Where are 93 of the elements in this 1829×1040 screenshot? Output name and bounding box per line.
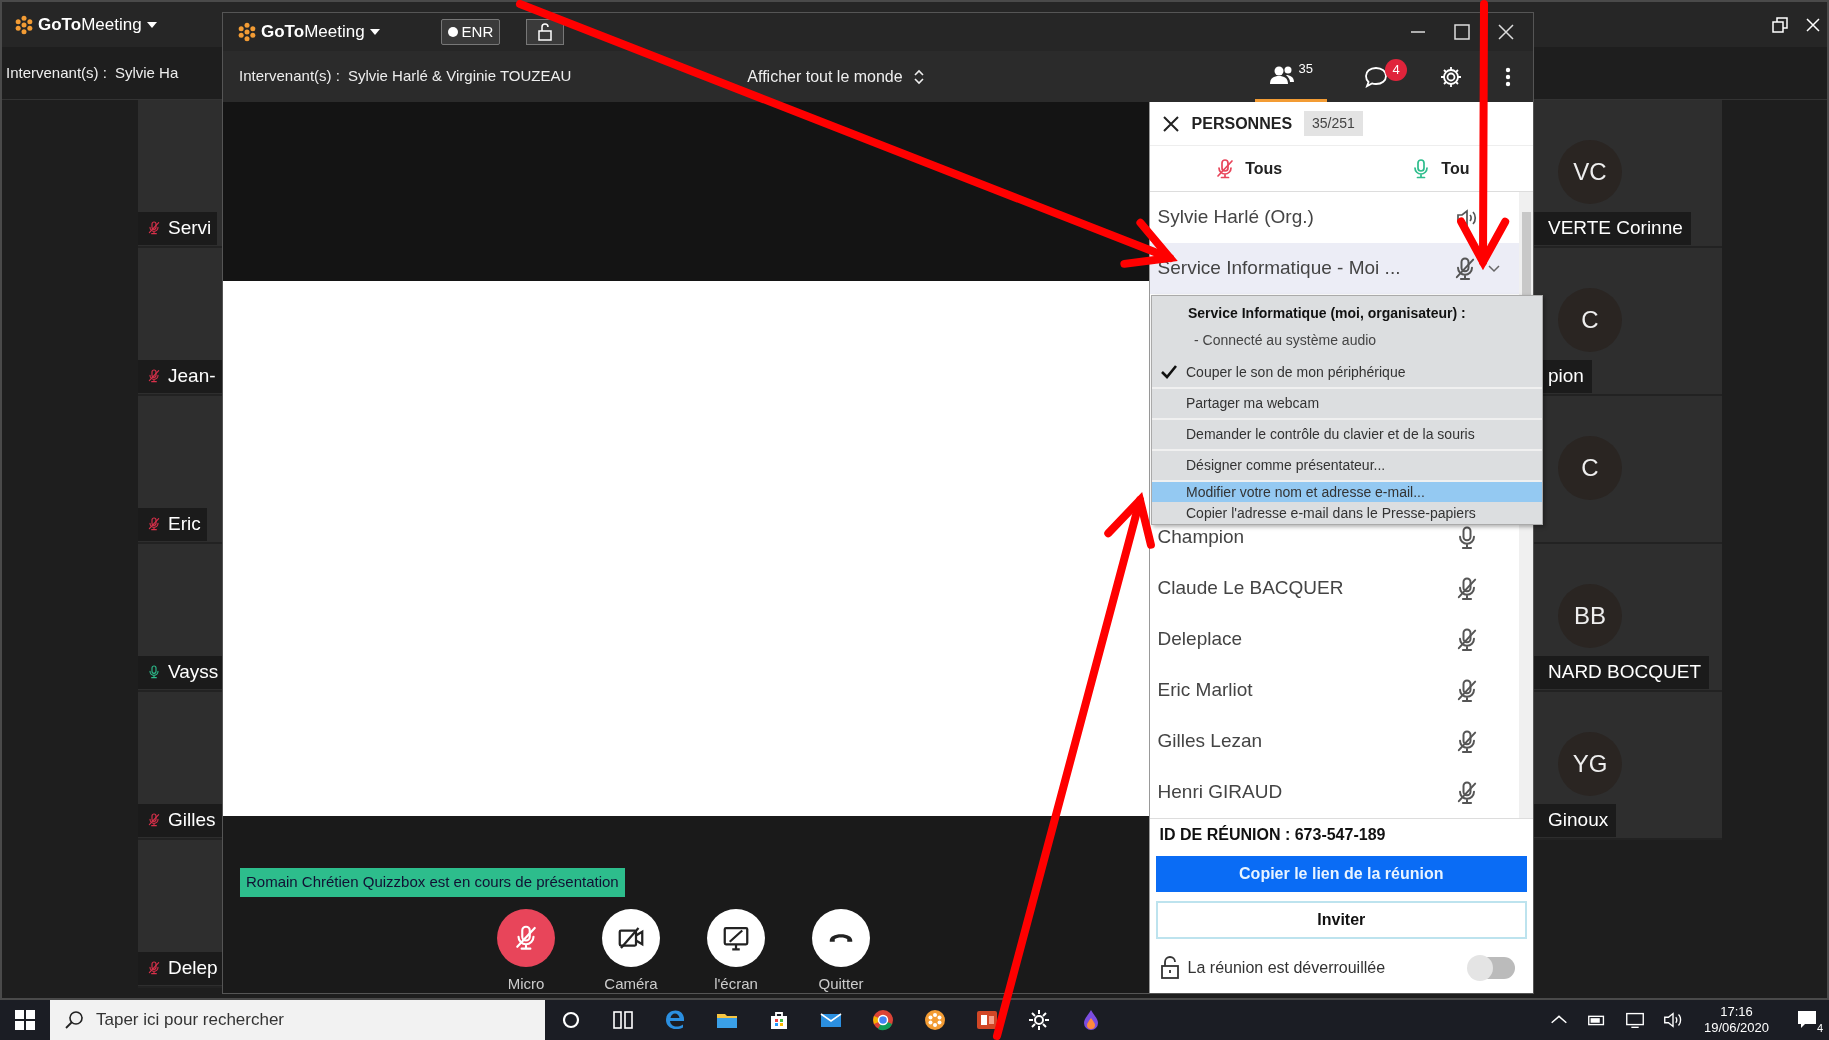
caret-icon[interactable] (368, 27, 381, 37)
search-field[interactable]: Taper ici pour rechercher (50, 1000, 545, 1040)
speakers-label: Intervenant(s) : (6, 62, 107, 83)
menu-text: - Connecté au système audio (1193, 331, 1378, 350)
invite-button[interactable]: Inviter (1155, 901, 1527, 939)
participant-row[interactable]: Sylvie Harlé (Org.) (1149, 192, 1519, 243)
menu-item[interactable]: Partager ma webcam (1152, 387, 1542, 418)
participant-row[interactable]: Gilles Lezan (1149, 716, 1519, 767)
presenter-banner: Romain Chrétien Quizzbox est en cours de présentation (240, 868, 625, 897)
close-icon (1497, 23, 1515, 41)
participant-name: VERTE Corinne (1534, 212, 1691, 245)
restore-icon[interactable] (1771, 15, 1789, 34)
people-icon (1268, 65, 1295, 85)
avatar: VC (1558, 140, 1622, 204)
menu-item[interactable]: Modifier votre nom et adresse e-mail... (1152, 480, 1542, 502)
participant-count: 35/251 (1304, 111, 1363, 136)
meeting-id: ID DE RÉUNION : 673-547-189 (1158, 824, 1387, 845)
speakers-label: Intervenant(s) : (239, 66, 340, 87)
copy-link-button[interactable]: Copier le lien de la réunion (1155, 856, 1527, 892)
mute-all-button[interactable]: Tous (1207, 155, 1289, 182)
participant-name: Delep (168, 956, 218, 980)
unmute-all-button[interactable]: Tou (1403, 155, 1476, 182)
participant-row[interactable]: Service Informatique - Moi ... (1149, 243, 1519, 294)
lock-status: La réunion est déverrouillée (1187, 958, 1386, 978)
chat-button[interactable]: 4 (1341, 51, 1411, 102)
participant-name: Gilles Lezan (1157, 729, 1263, 754)
unlocked-lock-icon (536, 23, 555, 41)
snowflake-app-icon (923, 1008, 947, 1032)
menu-item[interactable]: Demander le contrôle du clavier et de la souris (1152, 418, 1542, 449)
participant-name: Champion (1157, 525, 1245, 550)
minimize-icon (1410, 31, 1426, 33)
participant-name: Claude Le BACQUER (1157, 576, 1344, 601)
clock-date: 19/06/2020 (1703, 1020, 1769, 1037)
app-title: GoToMeeting (261, 21, 365, 44)
search-icon (64, 1010, 84, 1030)
app-title: GoToMeeting (38, 13, 142, 36)
participant-name: Henri GIRAUD (1157, 780, 1283, 805)
notification-button[interactable]: 4 (1785, 1000, 1829, 1040)
participant-name: Ginoux (1534, 804, 1617, 837)
task-view-icon (611, 1008, 635, 1032)
check-icon (1160, 364, 1178, 380)
caret-icon[interactable] (145, 19, 158, 30)
view-selector[interactable]: Afficher tout le monde (741, 63, 931, 90)
browser-icon (663, 1008, 687, 1032)
windows-logo-icon (15, 1010, 35, 1030)
mic-button[interactable]: Micro (486, 908, 566, 995)
participant-row[interactable]: Henri GIRAUD (1149, 767, 1519, 818)
gear-icon (1027, 1008, 1051, 1032)
notification-count: 4 (1816, 1023, 1823, 1034)
participant-name: Gilles (168, 808, 216, 832)
participant-name: Jean- (168, 364, 216, 388)
speaker-names: Sylvie Ha (114, 62, 179, 83)
avatar: BB (1558, 584, 1622, 648)
settings-icon (1439, 64, 1463, 89)
speaker-icon (1661, 1009, 1684, 1031)
up-down-chevron-icon (912, 68, 925, 85)
menu-header: Service Informatique (moi, organisateur) : (1187, 304, 1467, 323)
participant-name: Sylvie Harlé (Org.) (1157, 205, 1314, 230)
participant-row[interactable]: Deleplace (1149, 614, 1519, 665)
kebab-menu-icon (1505, 66, 1511, 87)
quit-button[interactable]: Quitter (801, 908, 881, 995)
maximize-icon (1453, 23, 1471, 41)
unlocked-lock-icon (1159, 956, 1180, 980)
participant-row[interactable]: Claude Le BACQUER (1149, 563, 1519, 614)
clock-time: 17:16 (1720, 1003, 1753, 1020)
screen-button[interactable]: l'écran (696, 908, 776, 995)
avatar: C (1558, 288, 1622, 352)
participant-name: Deleplace (1157, 627, 1243, 652)
participant-name: Eric Marliot (1157, 678, 1253, 703)
camera-button[interactable]: Caméra (591, 908, 671, 995)
panel-title: PERSONNES (1191, 113, 1293, 134)
record-button[interactable]: ENR (440, 18, 501, 46)
menu-item[interactable]: Copier l'adresse e-mail dans le Presse-papiers (1152, 502, 1542, 524)
close-icon[interactable] (1805, 16, 1821, 33)
lock-button[interactable] (526, 19, 565, 45)
avatar: C (1558, 436, 1622, 500)
chevron-icon[interactable] (1487, 263, 1501, 274)
participant-name: NARD BOCQUET (1534, 656, 1710, 689)
presentation-app-icon (975, 1008, 999, 1032)
round-browser-icon (871, 1008, 895, 1032)
notification-badge: 4 (1385, 59, 1407, 81)
chat-icon (1363, 64, 1389, 89)
participant-name: Servi (168, 216, 212, 240)
participant-name: Vayss (168, 660, 219, 684)
avatar: YG (1558, 732, 1622, 796)
close-icon (1161, 115, 1180, 134)
logo-icon (14, 14, 34, 35)
logo-icon (237, 22, 257, 42)
participant-name: Service Informatique - Moi ... (1157, 256, 1401, 281)
participant-name: Eric (168, 512, 201, 536)
speaker-names: Sylvie Harlé & Virginie TOUZEAU (347, 66, 572, 87)
participant-row[interactable]: Eric Marliot (1149, 665, 1519, 716)
dot-icon (447, 27, 458, 37)
